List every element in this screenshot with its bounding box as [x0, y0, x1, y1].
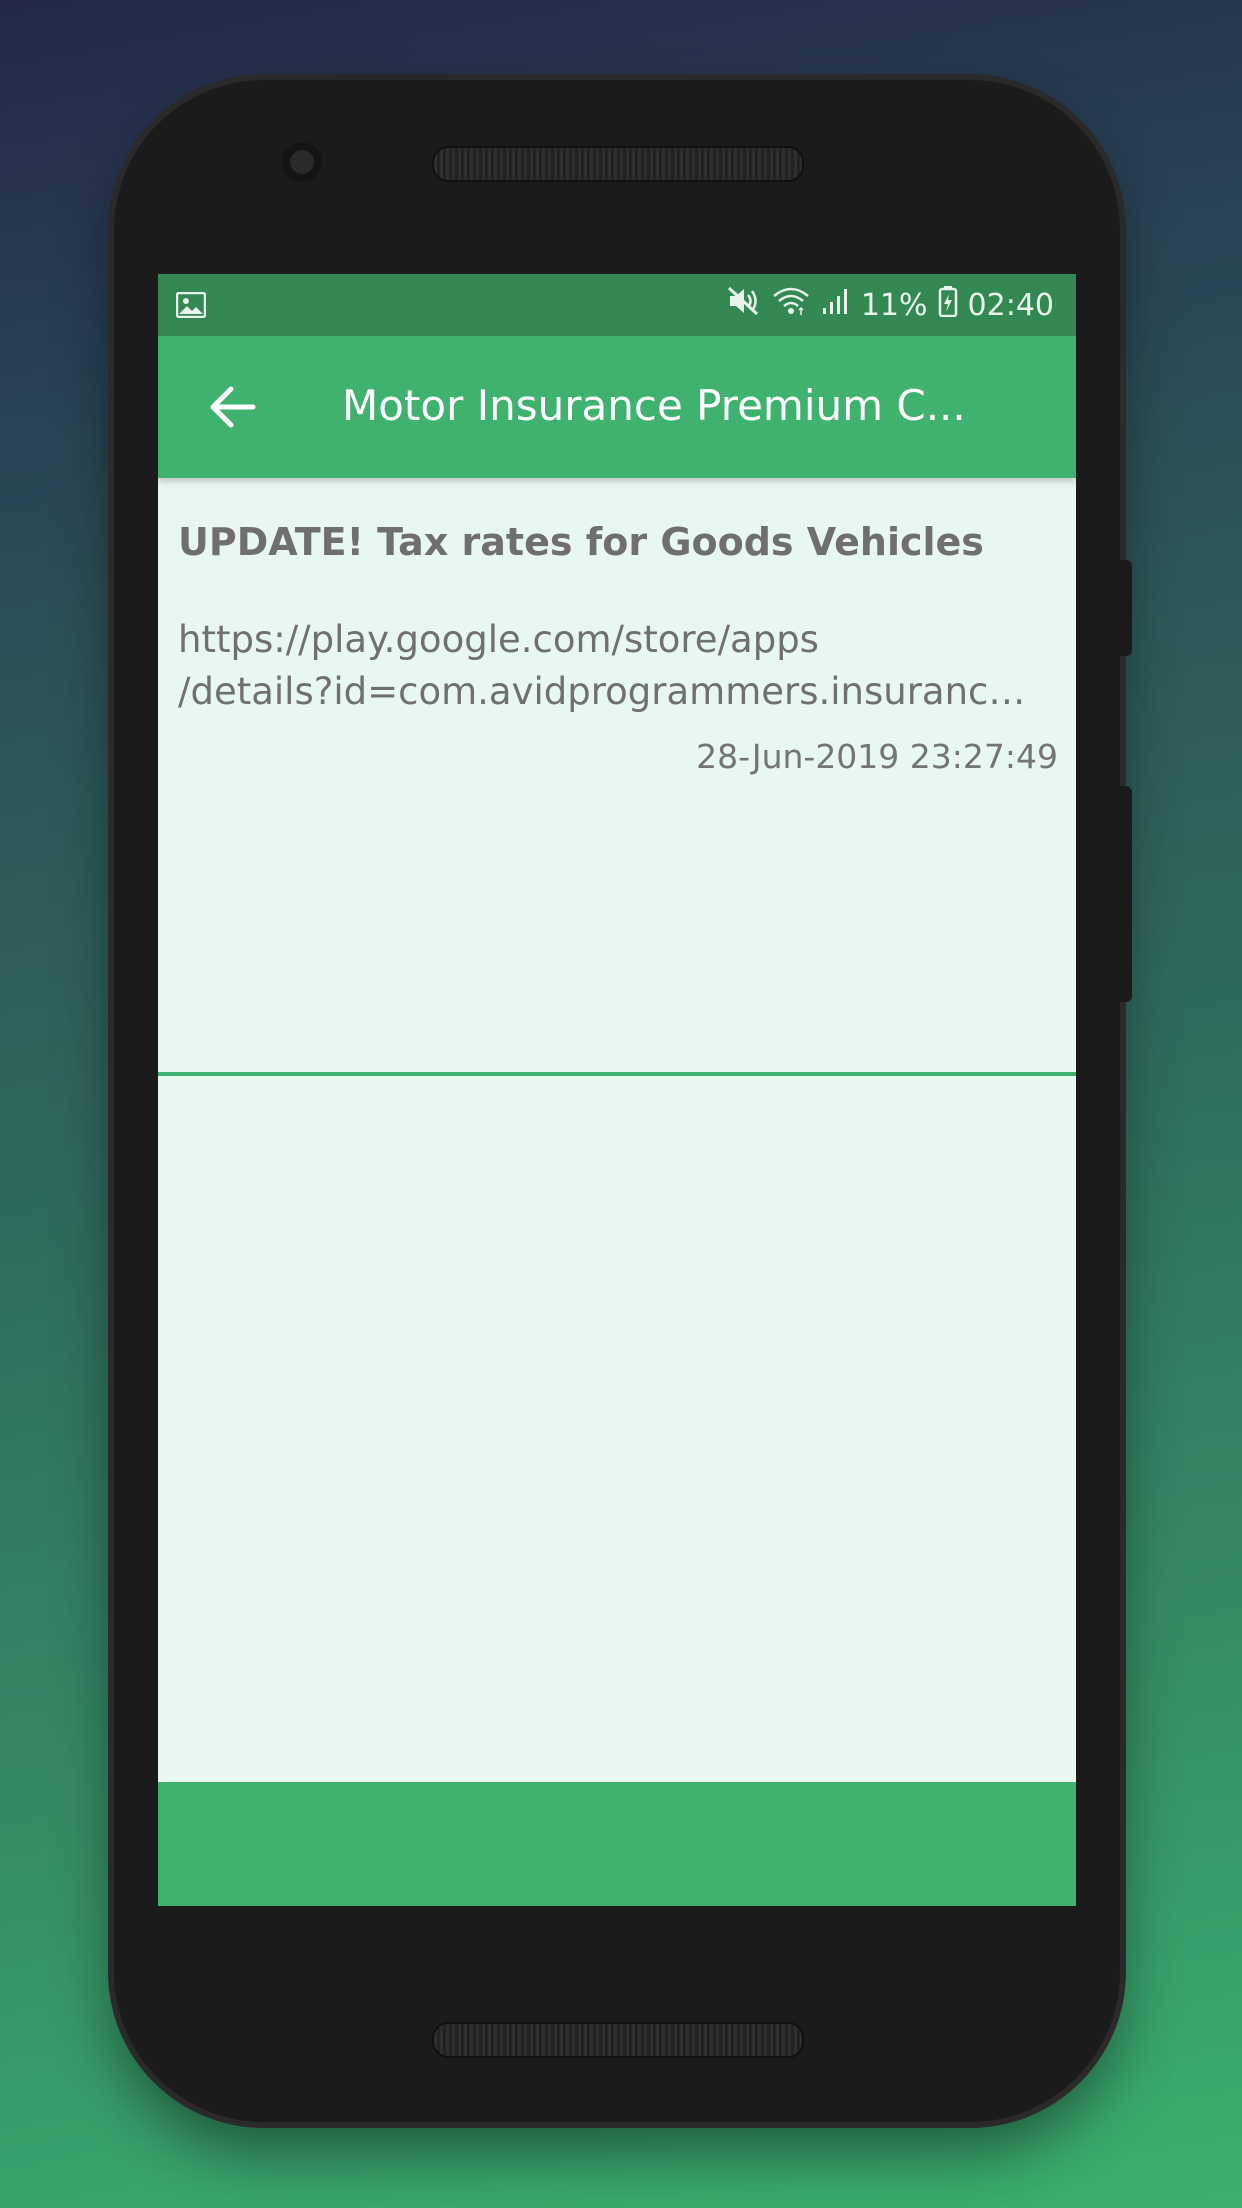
notification-link-line-2[interactable]: /details?id=com.avidprogrammers.insuranc… [178, 666, 1048, 718]
image-icon [175, 291, 207, 319]
notification-date: 28-Jun-2019 23:27:49 [696, 737, 1058, 776]
notification-body[interactable]: https://play.google.com/store/apps /deta… [178, 614, 1048, 718]
arrow-left-icon [210, 386, 256, 428]
front-camera [282, 142, 322, 182]
mute-icon [727, 286, 761, 324]
screen: 11% 02:40 Motor Insurance Premium C... U… [158, 274, 1076, 1906]
earpiece-speaker [432, 146, 804, 182]
back-button[interactable] [198, 372, 268, 442]
battery-percent: 11% [860, 287, 928, 323]
volume-button [1120, 560, 1132, 656]
notification-link-line-1[interactable]: https://play.google.com/store/apps [178, 614, 1048, 666]
status-time: 02:40 [967, 287, 1054, 323]
wifi-icon [771, 286, 811, 324]
power-button [1120, 786, 1132, 1002]
phone-frame: 11% 02:40 Motor Insurance Premium C... U… [114, 80, 1132, 2122]
status-bar: 11% 02:40 [158, 274, 1076, 336]
battery-icon [938, 285, 958, 325]
signal-icon [821, 286, 851, 324]
list-item[interactable]: UPDATE! Tax rates for Goods Vehicles htt… [158, 478, 1076, 1076]
status-icons: 11% 02:40 [727, 274, 1054, 336]
notification-title: UPDATE! Tax rates for Goods Vehicles [178, 520, 984, 564]
app-title: Motor Insurance Premium C... [342, 381, 966, 430]
bottom-bar [158, 1782, 1076, 1906]
app-bar: Motor Insurance Premium C... [158, 336, 1076, 478]
bottom-speaker [432, 2022, 804, 2058]
